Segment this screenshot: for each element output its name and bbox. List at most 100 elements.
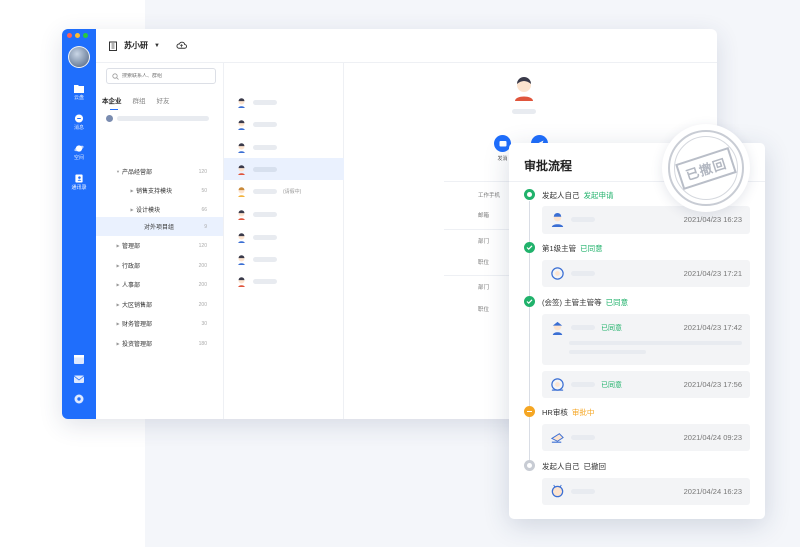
tree-row-label: 财务管理部	[122, 322, 153, 328]
step-actor: (会签) 主管主管等	[542, 298, 602, 307]
name-placeholder	[253, 234, 277, 240]
cloud-upload-icon[interactable]	[176, 40, 187, 51]
mail-icon[interactable]	[73, 373, 85, 385]
name-placeholder	[571, 325, 595, 330]
tree-row-label: 大区销售部	[122, 303, 153, 309]
contact-row[interactable]	[224, 113, 344, 135]
entry-row: 已同意 2021/04/23 17:56	[550, 377, 742, 392]
nav-rail: 云盘 消息 空间 通讯录	[62, 29, 96, 419]
maximize-window-button[interactable]	[83, 33, 88, 38]
tree-row-label: 设计模块	[136, 208, 161, 214]
minimize-window-button[interactable]	[75, 33, 80, 38]
org-name[interactable]: 苏小研	[124, 40, 148, 51]
tree-row-label: 行政部	[122, 264, 141, 270]
search-input[interactable]	[122, 73, 212, 79]
entry-row: 2021/04/24 16:23	[550, 484, 742, 499]
step-actor: 发起人自己	[542, 191, 580, 200]
person-avatar-icon	[238, 164, 245, 175]
name-placeholder	[253, 121, 277, 127]
contact-list-pane: (请假中)	[224, 63, 344, 419]
step-entry: 2021/04/23 17:21	[542, 260, 750, 287]
step-header: 发起人自己 已撤回	[542, 461, 606, 472]
user-avatar[interactable]	[68, 46, 90, 68]
rail-item-space[interactable]: 空间	[62, 137, 96, 167]
tree-row[interactable]: ▶ 财务管理部 30	[96, 314, 223, 333]
name-placeholder	[253, 166, 277, 172]
calendar-icon[interactable]	[73, 353, 85, 365]
step-entry: 2021/04/24 16:23	[542, 478, 750, 505]
entry-status: 已同意	[601, 381, 622, 389]
field-label: 部门	[478, 239, 490, 245]
org-name-placeholder	[117, 116, 209, 121]
tree-row[interactable]: ▶ 行政部 200	[96, 256, 223, 275]
tab-groups[interactable]: 群组	[133, 95, 146, 105]
search-box[interactable]	[106, 68, 216, 84]
window-controls	[67, 33, 88, 38]
settings-icon[interactable]	[73, 393, 85, 405]
chevron-down-icon[interactable]: ▼	[154, 43, 160, 49]
person-avatar-icon	[238, 97, 245, 108]
field-label: 职位	[478, 260, 490, 266]
message-icon	[499, 140, 506, 146]
tree-toggle-icon: ▼	[116, 169, 120, 174]
field-label: 职位	[478, 307, 490, 313]
rail-label: 云盘	[73, 94, 84, 101]
entry-time: 2021/04/23 17:42	[683, 323, 742, 332]
tree-toggle-icon: ▶	[130, 188, 134, 193]
tree-tabs: 本企业 群组 好友	[102, 95, 170, 110]
person-avatar-icon	[238, 209, 245, 220]
withdrawn-icon	[524, 460, 535, 471]
name-placeholder	[571, 382, 595, 387]
step-start-icon	[524, 189, 535, 200]
name-placeholder	[253, 256, 277, 262]
contacts-icon	[75, 173, 83, 183]
contact-row[interactable]	[224, 248, 344, 270]
contact-row[interactable]	[224, 270, 344, 292]
contact-row[interactable]	[224, 91, 344, 113]
rail-item-contacts[interactable]: 通讯录	[62, 167, 96, 197]
step-entry: 已同意 2021/04/23 17:56	[542, 371, 750, 398]
person-avatar-icon	[551, 212, 564, 227]
folder-icon	[74, 84, 84, 93]
name-placeholder	[253, 99, 277, 105]
building-icon	[109, 41, 117, 51]
name-placeholder	[571, 489, 595, 494]
rail-item-cloud[interactable]: 云盘	[62, 77, 96, 107]
person-avatar-icon	[238, 186, 245, 197]
step-header: 第1级主管 已同意	[542, 243, 603, 254]
step-status: 已同意	[580, 244, 603, 253]
step-entry: 2021/04/23 16:23	[542, 206, 750, 234]
tree-row-count: 200	[198, 301, 207, 308]
name-placeholder	[253, 188, 277, 194]
tree-row[interactable]: ▶ 销售支持模块 50	[96, 181, 223, 200]
tree-row-label: 人事部	[122, 283, 141, 289]
tree-row-selected[interactable]: 对外项目组 9	[96, 217, 223, 236]
rail-item-messages[interactable]: 消息	[62, 107, 96, 137]
person-avatar-icon	[238, 142, 245, 153]
tree-toggle-icon: ▶	[116, 243, 120, 248]
tree-row[interactable]: ▶ 投资管理部 180	[96, 334, 223, 353]
profile-avatar-icon	[515, 77, 533, 101]
name-placeholder	[571, 217, 595, 222]
org-root[interactable]	[106, 115, 209, 122]
tree-row[interactable]: ▶ 管理部 120	[96, 236, 223, 255]
tab-friends[interactable]: 好友	[157, 95, 170, 105]
tree-row[interactable]: ▶ 大区销售部 200	[96, 295, 223, 314]
tree-toggle-icon: ▶	[116, 263, 120, 268]
contact-row[interactable]	[224, 226, 344, 248]
close-window-button[interactable]	[67, 33, 72, 38]
name-placeholder	[571, 435, 595, 440]
contact-row[interactable]	[224, 203, 344, 225]
rail-label: 空间	[73, 154, 84, 161]
contact-row-selected[interactable]	[224, 158, 344, 180]
entry-row: 2021/04/24 09:23	[550, 430, 742, 445]
tree-row-label: 管理部	[122, 244, 141, 250]
contact-row[interactable]	[224, 136, 344, 158]
step-entry: 已同意 2021/04/23 17:42	[542, 314, 750, 365]
name-placeholder	[253, 144, 277, 150]
tree-row[interactable]: ▶ 人事部 200	[96, 275, 223, 294]
tree-row-count: 30	[201, 320, 207, 327]
contact-row[interactable]: (请假中)	[224, 180, 344, 202]
tree-row[interactable]: ▼ 产品经营部 120	[96, 162, 223, 181]
tab-enterprise[interactable]: 本企业	[102, 95, 122, 110]
